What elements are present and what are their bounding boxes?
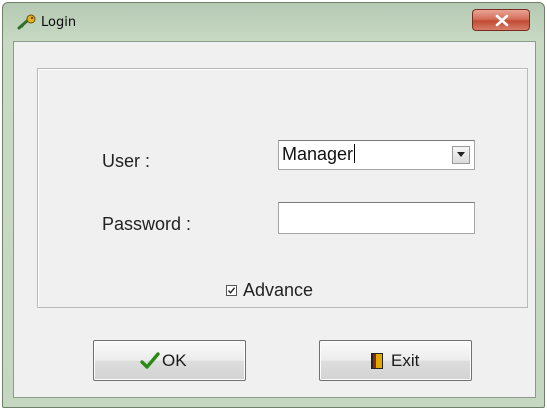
password-field[interactable] xyxy=(278,202,475,234)
door-icon xyxy=(370,352,384,374)
user-label: User : xyxy=(102,151,151,171)
exit-button[interactable]: Exit xyxy=(319,340,472,381)
advance-checkbox-box[interactable] xyxy=(226,285,237,296)
ok-button-label: OK xyxy=(162,351,187,370)
login-group-box: User : Manager Password : Advance xyxy=(37,68,528,308)
title-bar[interactable]: Login xyxy=(3,3,544,43)
password-label: Password : xyxy=(102,214,192,234)
key-icon xyxy=(17,13,39,31)
advance-label: Advance xyxy=(243,280,314,300)
user-combobox-value: Manager xyxy=(282,144,356,164)
window-title: Login xyxy=(41,15,77,30)
text-caret xyxy=(354,144,356,163)
close-button[interactable] xyxy=(472,9,530,31)
user-combobox[interactable]: Manager xyxy=(278,140,475,170)
login-window: Login User : Manager Password : Advance … xyxy=(2,2,545,408)
exit-button-label: Exit xyxy=(391,351,420,370)
checkmark-icon xyxy=(140,352,160,374)
user-dropdown-button[interactable] xyxy=(452,146,470,164)
dialog-body: User : Manager Password : Advance OK Exi… xyxy=(13,41,536,398)
ok-button[interactable]: OK xyxy=(93,340,246,381)
